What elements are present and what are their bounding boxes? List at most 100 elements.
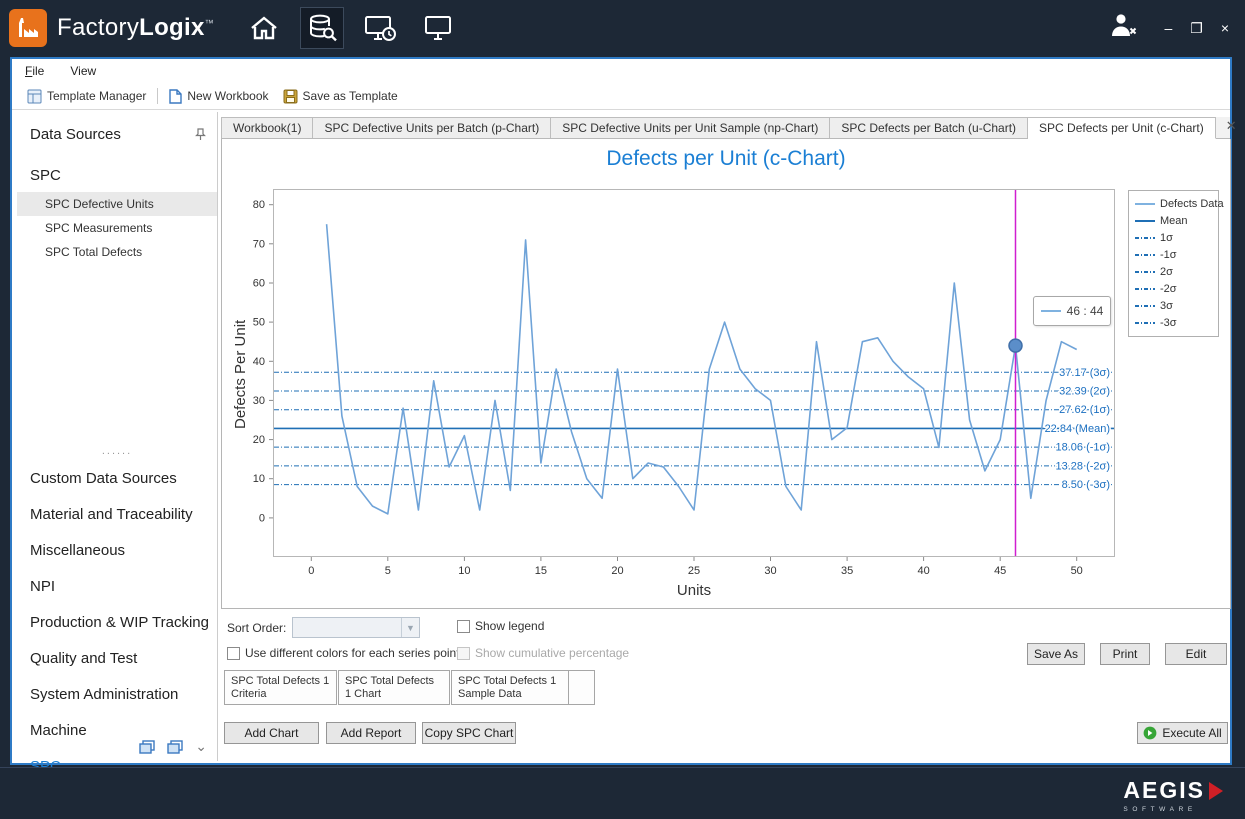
add-chart-button[interactable]: Add Chart xyxy=(224,722,319,744)
subtab-chart[interactable]: SPC Total Defects 1 Chart xyxy=(338,670,450,705)
layers-icon[interactable] xyxy=(139,740,155,754)
svg-text:60: 60 xyxy=(253,278,265,290)
legend-item: Mean xyxy=(1135,213,1212,228)
new-workbook-button[interactable]: New Workbook xyxy=(162,86,275,107)
combo-chevron-icon: ▼ xyxy=(401,618,419,637)
sort-order-label: Sort Order: xyxy=(227,621,286,635)
copy-spc-chart-button[interactable]: Copy SPC Chart xyxy=(422,722,516,744)
add-report-button[interactable]: Add Report xyxy=(326,722,416,744)
monitor-clock-icon xyxy=(364,14,396,42)
titlebar: FactoryLogix™ xyxy=(0,0,1245,55)
aegis-logo: AEGIS SOFTWARE xyxy=(1123,777,1223,813)
datapoint-tooltip: 46 : 44 xyxy=(1033,296,1111,326)
window-controls: – ❐ × xyxy=(1164,21,1229,35)
svg-text:25: 25 xyxy=(688,565,700,577)
toolbar-separator xyxy=(157,88,158,104)
statusbar: AEGIS SOFTWARE xyxy=(0,767,1245,819)
sidebar-item-spc-measurements[interactable]: SPC Measurements xyxy=(17,216,217,240)
toolbar: Template Manager New Workbook Save as Te… xyxy=(12,83,1230,110)
display-button[interactable] xyxy=(416,7,460,49)
main-window: File View Template Manager New Workbook xyxy=(10,57,1232,765)
svg-text:50: 50 xyxy=(1071,565,1083,577)
svg-text:70: 70 xyxy=(253,238,265,250)
subtab-criteria[interactable]: SPC Total Defects 1 Criteria xyxy=(224,670,337,705)
sidebar-item-spc-total-defects[interactable]: SPC Total Defects xyxy=(17,240,217,264)
tab-workbook1[interactable]: Workbook(1) xyxy=(221,117,313,138)
svg-text:20: 20 xyxy=(253,434,265,446)
sidebar-item-spc-defective-units[interactable]: SPC Defective Units xyxy=(17,192,217,216)
svg-text:22.84 (Mean): 22.84 (Mean) xyxy=(1045,423,1110,435)
legend-item: -3σ xyxy=(1135,316,1212,331)
aegis-brand-text: AEGIS xyxy=(1123,777,1205,804)
sidebar: Data Sources SPC SPC Defective Units SPC… xyxy=(17,112,218,761)
sidebar-cat-production-wip[interactable]: Production & WIP Tracking xyxy=(17,605,217,641)
svg-text:30: 30 xyxy=(253,395,265,407)
svg-text:45: 45 xyxy=(994,565,1006,577)
svg-text:5: 5 xyxy=(385,565,391,577)
svg-text:40: 40 xyxy=(917,565,929,577)
layers2-icon[interactable] xyxy=(167,740,183,754)
production-monitor-button[interactable] xyxy=(358,7,402,49)
svg-text:13.28 (-2σ): 13.28 (-2σ) xyxy=(1056,460,1110,472)
execute-all-button[interactable]: Execute All xyxy=(1137,722,1228,744)
svg-text:50: 50 xyxy=(253,317,265,329)
subtab-sample-data[interactable]: SPC Total Defects 1 Sample Data xyxy=(451,670,569,705)
legend-item: Defects Data xyxy=(1135,196,1212,211)
edit-button[interactable]: Edit xyxy=(1165,643,1227,665)
sidebar-cat-custom-data-sources[interactable]: Custom Data Sources xyxy=(17,461,217,497)
tab-p-chart[interactable]: SPC Defective Units per Batch (p-Chart) xyxy=(313,117,551,138)
tooltip-line-sample xyxy=(1041,310,1061,312)
legend-item: 2σ xyxy=(1135,265,1212,280)
legend-item: -1σ xyxy=(1135,247,1212,262)
pin-icon[interactable] xyxy=(194,128,207,141)
tab-u-chart[interactable]: SPC Defects per Batch (u-Chart) xyxy=(830,117,1028,138)
legend-item: 3σ xyxy=(1135,299,1212,314)
sidebar-cat-quality-test[interactable]: Quality and Test xyxy=(17,641,217,677)
user-logout-icon xyxy=(1108,12,1138,38)
aegis-software-text: SOFTWARE xyxy=(1123,806,1223,813)
close-button[interactable]: × xyxy=(1221,21,1229,35)
monitor-icon xyxy=(423,14,453,42)
execute-icon xyxy=(1143,726,1157,740)
menubar: File View xyxy=(12,59,1230,83)
home-button[interactable] xyxy=(242,7,286,49)
use-different-colors-checkbox[interactable]: Use different colors for each series poi… xyxy=(227,646,460,660)
database-search-icon xyxy=(307,13,337,43)
tab-close-icon[interactable]: ✕ xyxy=(1216,118,1245,138)
x-axis-label: Units xyxy=(273,582,1115,599)
svg-text:8.50 (-3σ): 8.50 (-3σ) xyxy=(1062,479,1110,491)
home-icon xyxy=(249,15,279,41)
minimize-button[interactable]: – xyxy=(1164,21,1172,35)
menu-view[interactable]: View xyxy=(70,64,96,78)
template-manager-button[interactable]: Template Manager xyxy=(20,86,153,107)
svg-text:18.06 (-1σ): 18.06 (-1σ) xyxy=(1056,442,1110,454)
tab-np-chart[interactable]: SPC Defective Units per Unit Sample (np-… xyxy=(551,117,830,138)
chevron-down-icon[interactable]: ⌄ xyxy=(195,738,207,755)
save-as-button[interactable]: Save As xyxy=(1027,643,1085,665)
sidebar-section-spc[interactable]: SPC xyxy=(17,153,217,192)
sidebar-cat-npi[interactable]: NPI xyxy=(17,569,217,605)
template-manager-icon xyxy=(27,89,42,104)
menu-file[interactable]: File xyxy=(25,64,44,78)
data-analysis-button[interactable] xyxy=(300,7,344,49)
print-button[interactable]: Print xyxy=(1100,643,1150,665)
legend-item: 1σ xyxy=(1135,230,1212,245)
sidebar-cat-system-admin[interactable]: System Administration xyxy=(17,677,217,713)
save-as-template-button[interactable]: Save as Template xyxy=(276,86,405,107)
svg-text:35: 35 xyxy=(841,565,853,577)
aegis-arrow-icon xyxy=(1209,782,1223,800)
maximize-button[interactable]: ❐ xyxy=(1190,21,1203,35)
tab-c-chart[interactable]: SPC Defects per Unit (c-Chart) xyxy=(1028,117,1216,139)
sidebar-cat-miscellaneous[interactable]: Miscellaneous xyxy=(17,533,217,569)
svg-text:80: 80 xyxy=(253,199,265,211)
logout-user-button[interactable] xyxy=(1108,12,1138,43)
spc-chart-svg[interactable]: 051015202530354045500102030405060708037.… xyxy=(227,183,1127,581)
app-screen: FactoryLogix™ xyxy=(0,0,1245,819)
factorylogix-logo-icon xyxy=(9,9,47,47)
sidebar-cat-material-traceability[interactable]: Material and Traceability xyxy=(17,497,217,533)
chart-panel: Defects per Unit (c-Chart) Defects Per U… xyxy=(221,139,1231,609)
show-legend-checkbox[interactable]: Show legend xyxy=(457,619,544,633)
sort-order-select[interactable]: ▼ xyxy=(292,617,420,638)
sidebar-splitter[interactable]: ...... xyxy=(17,437,217,461)
legend-item: -2σ xyxy=(1135,282,1212,297)
